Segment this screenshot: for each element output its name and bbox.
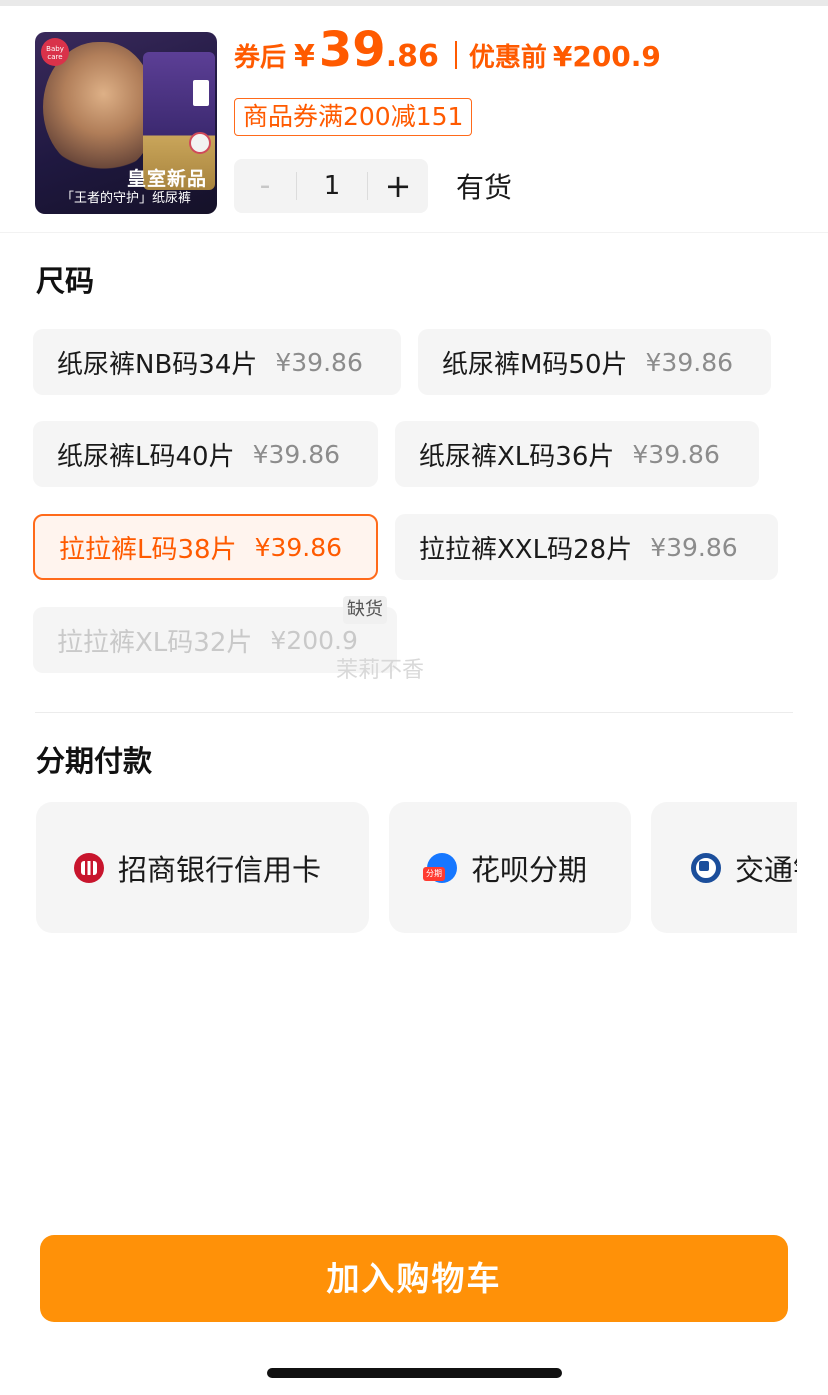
thumbnail-caption-subtitle: 「王者的守护」纸尿裤 [60,191,191,206]
section-divider [35,712,793,713]
quantity-input[interactable]: 1 [297,159,367,213]
size-option-price: ¥39.86 [252,439,341,469]
size-option[interactable]: 纸尿裤XL码36片 ¥39.86 [395,421,759,487]
installment-option-label: 招商银行信用卡 [118,852,322,887]
size-option-name: 纸尿裤M码50片 [442,349,628,380]
quantity-increase-button[interactable]: + [368,159,428,213]
product-thumbnail[interactable]: Baby care 皇室新品 「王者的守护」纸尿裤 [35,32,217,214]
after-coupon-label: 券后 [234,43,287,73]
brand-logo: Baby care [41,38,69,66]
stock-status: 有货 [456,171,513,204]
quantity-decrease-button[interactable]: - [234,159,296,213]
top-divider [0,0,828,6]
installment-option-huabei[interactable]: 分期 花呗分期 [389,802,631,933]
huabei-icon-badge: 分期 [423,866,445,881]
quantity-stepper: - 1 + [234,159,428,213]
currency-symbol: ¥ [294,39,315,74]
size-option-price: ¥39.86 [275,347,363,377]
size-option-price: ¥39.86 [650,532,738,562]
price-integer: 39 [318,22,386,78]
bocom-bank-icon [691,852,721,883]
add-to-cart-button[interactable]: 加入购物车 [40,1235,788,1322]
size-option[interactable]: 纸尿裤L码40片 ¥39.86 [33,421,378,487]
size-option-name: 拉拉裤L码38片 [59,534,237,565]
installment-section-title: 分期付款 [36,744,153,778]
size-option-price: ¥39.86 [254,532,343,562]
size-section-title: 尺码 [36,264,95,298]
pre-discount-label: 优惠前 [468,43,547,73]
price-separator [454,41,457,69]
huabei-icon: 分期 [423,852,457,883]
size-option[interactable]: 纸尿裤NB码34片 ¥39.86 [33,329,401,395]
size-option-name: 纸尿裤NB码34片 [57,349,258,380]
installment-option-label: 交通银行 [735,852,797,887]
installment-option-label: 花呗分期 [471,852,588,887]
size-option-price: ¥39.86 [632,439,720,469]
coupon-badge: 商品券满200减151 [234,98,473,136]
price-row: 券后 ¥ 39 .86 优惠前 ¥200.9 [234,22,661,82]
out-of-stock-badge: 缺货 [343,596,387,624]
size-option[interactable]: 纸尿裤M码50片 ¥39.86 [418,329,771,395]
header-divider [0,232,828,233]
pre-discount-price: ¥200.9 [552,40,661,73]
size-option-price: ¥39.86 [645,347,734,377]
watermark-text: 茉莉不香 [336,658,425,683]
size-option-name: 纸尿裤XL码36片 [419,441,615,472]
price-decimal: .86 [385,39,439,74]
size-option-price: ¥200.9 [270,625,358,655]
installment-option-bocom[interactable]: 交通银行 [651,802,797,933]
cmb-bank-icon [74,852,104,883]
size-option-name: 拉拉裤XL码32片 [57,627,253,658]
home-indicator[interactable] [267,1368,562,1378]
size-option-name: 纸尿裤L码40片 [57,441,235,472]
installment-option-cmb[interactable]: 招商银行信用卡 [36,802,369,933]
size-option-selected[interactable]: 拉拉裤L码38片 ¥39.86 [33,514,378,580]
size-option[interactable]: 拉拉裤XXL码28片 ¥39.86 [395,514,778,580]
size-option-name: 拉拉裤XXL码28片 [419,534,633,565]
installment-options-scroller[interactable]: 招商银行信用卡 分期 花呗分期 交通银行 [0,800,797,936]
